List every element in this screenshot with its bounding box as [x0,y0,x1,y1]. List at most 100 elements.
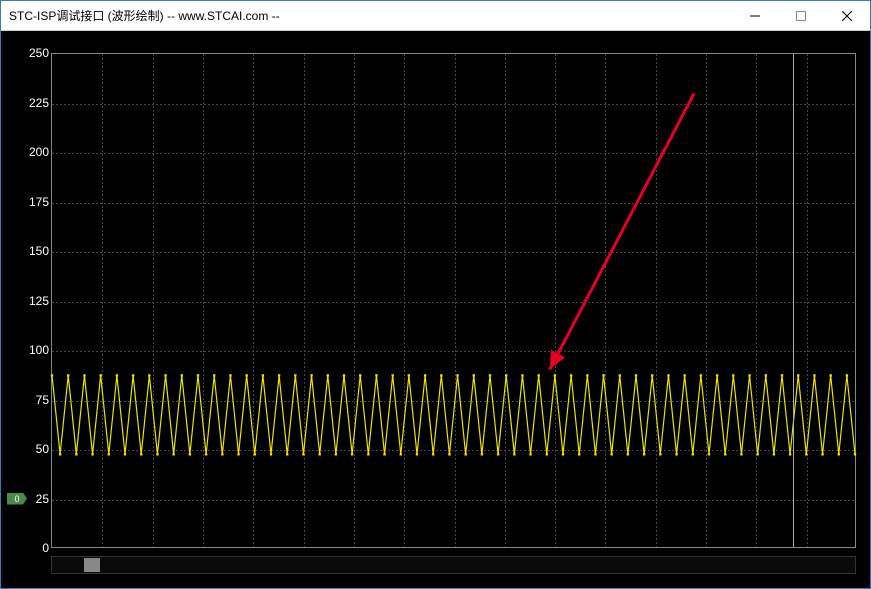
data-point-marker [554,374,556,376]
data-point-marker [797,374,799,376]
data-point-marker [692,453,694,455]
close-button[interactable] [824,1,870,31]
data-point-marker [83,374,85,376]
data-point-marker [310,374,312,376]
data-point-marker [619,374,621,376]
data-point-marker [335,453,337,455]
data-point-marker [505,374,507,376]
plot-area[interactable] [51,53,856,548]
data-point-marker [391,374,393,376]
data-point-marker [602,374,604,376]
data-point-marker [627,453,629,455]
y-tick-label: 125 [29,294,49,308]
data-point-marker [716,374,718,376]
data-point-marker [351,453,353,455]
data-point-marker [594,453,596,455]
data-point-marker [821,453,823,455]
titlebar[interactable]: STC-ISP调试接口 (波形绘制) -- www.STCAI.com -- [1,1,870,31]
data-point-marker [570,374,572,376]
data-point-marker [229,374,231,376]
data-point-marker [846,374,848,376]
data-point-marker [489,374,491,376]
data-point-marker [221,453,223,455]
data-point-marker [683,374,685,376]
data-point-marker [262,374,264,376]
data-point-marker [213,374,215,376]
data-point-marker [700,374,702,376]
waveform-line [52,375,855,454]
data-point-marker [67,374,69,376]
data-point-marker [829,374,831,376]
data-point-marker [197,374,199,376]
y-tick-label: 0 [42,541,49,555]
data-point-marker [659,453,661,455]
data-point-marker [286,453,288,455]
data-point-marker [562,453,564,455]
data-point-marker [205,453,207,455]
data-point-marker [164,374,166,376]
data-point-marker [546,453,548,455]
y-tick-label: 150 [29,244,49,258]
cursor-vertical-line[interactable] [793,54,794,547]
data-point-marker [59,453,61,455]
data-point-marker [237,453,239,455]
data-point-marker [91,453,93,455]
app-window: STC-ISP调试接口 (波形绘制) -- www.STCAI.com -- 0… [0,0,871,589]
data-point-marker [537,374,539,376]
data-point-marker [578,453,580,455]
data-point-marker [497,453,499,455]
data-point-marker [181,374,183,376]
data-point-marker [294,374,296,376]
y-tick-label: 25 [36,492,49,506]
chart-content: 0255075100125150175200225250 0 [1,31,870,588]
minimize-button[interactable] [732,1,778,31]
window-controls [732,1,870,31]
data-point-marker [383,453,385,455]
data-point-marker [789,453,791,455]
data-point-marker [172,453,174,455]
maximize-button[interactable] [778,1,824,31]
data-point-marker [521,374,523,376]
data-point-marker [813,374,815,376]
data-point-marker [270,453,272,455]
horizontal-scrollbar[interactable] [51,556,856,574]
y-tick-label: 250 [29,46,49,60]
data-point-marker [448,453,450,455]
origin-marker[interactable]: 0 [7,493,27,505]
data-point-marker [375,374,377,376]
data-point-marker [440,374,442,376]
data-point-marker [481,453,483,455]
data-point-marker [327,374,329,376]
data-point-marker [424,374,426,376]
data-point-marker [529,453,531,455]
data-point-marker [838,453,840,455]
data-point-marker [610,453,612,455]
data-point-marker [156,453,158,455]
window-title: STC-ISP调试接口 (波形绘制) -- www.STCAI.com -- [1,7,732,24]
data-point-marker [675,453,677,455]
y-tick-label: 200 [29,145,49,159]
data-point-marker [708,453,710,455]
data-point-marker [740,453,742,455]
data-point-marker [456,374,458,376]
data-point-marker [302,453,304,455]
data-point-marker [367,453,369,455]
data-point-marker [124,453,126,455]
data-point-marker [51,374,53,376]
data-point-marker [140,453,142,455]
data-point-marker [643,453,645,455]
data-point-marker [805,453,807,455]
data-point-marker [513,453,515,455]
data-point-marker [586,374,588,376]
data-point-marker [245,374,247,376]
data-point-marker [416,453,418,455]
data-point-marker [75,453,77,455]
y-tick-label: 75 [36,393,49,407]
data-point-marker [408,374,410,376]
data-point-marker [464,453,466,455]
data-point-marker [732,374,734,376]
scroll-thumb[interactable] [84,558,100,572]
data-point-marker [773,453,775,455]
data-point-marker [132,374,134,376]
data-point-marker [108,453,110,455]
